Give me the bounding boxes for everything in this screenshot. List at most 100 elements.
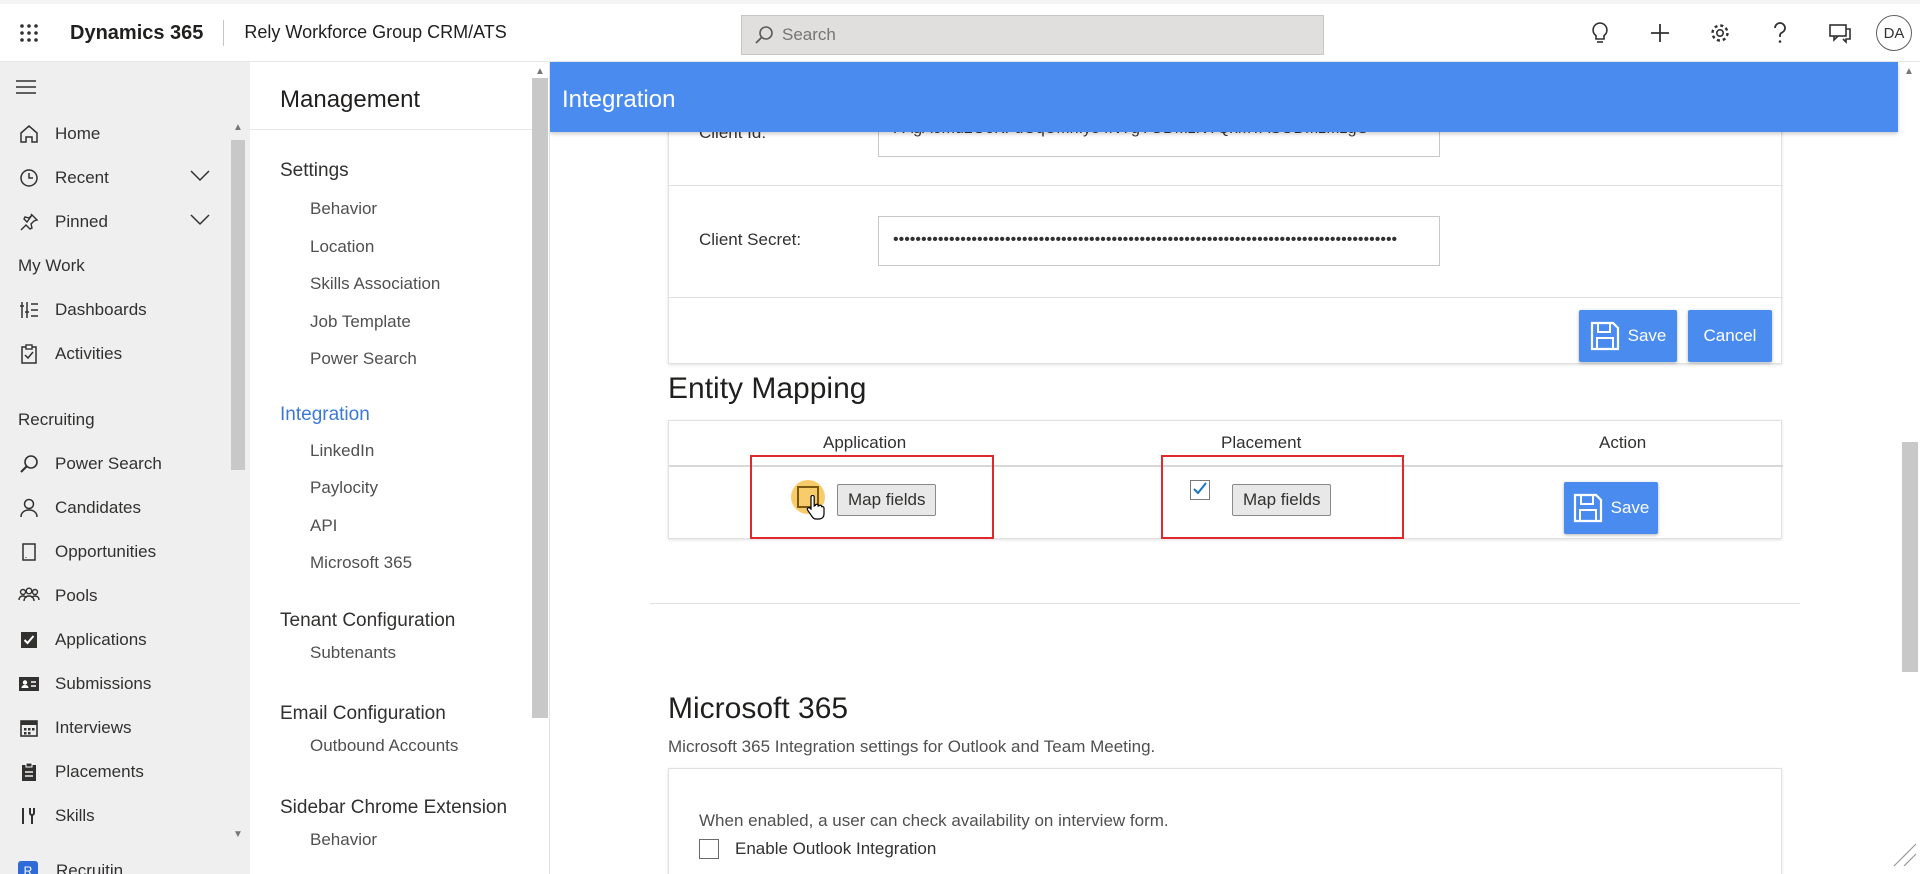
column-header-action: Action xyxy=(1599,433,1647,452)
search-input[interactable] xyxy=(782,25,1302,45)
nav-item-power-search[interactable]: Power Search xyxy=(0,442,250,486)
hamburger-menu-icon[interactable] xyxy=(0,62,250,112)
nav-label: Home xyxy=(55,124,101,143)
people-icon xyxy=(18,585,40,607)
nav-item-candidates[interactable]: Candidates xyxy=(0,486,250,530)
save-label: Save xyxy=(1610,498,1650,517)
microsoft365-title: Microsoft 365 xyxy=(668,692,849,725)
save-button[interactable]: Save xyxy=(1579,310,1677,362)
user-avatar[interactable]: DA xyxy=(1876,15,1912,51)
nav-label: Placements xyxy=(55,762,144,781)
enable-outlook-checkbox[interactable] xyxy=(699,839,719,859)
client-secret-row: Client Secret: •••••••••••••••••••••••••… xyxy=(669,186,1783,298)
dashboard-icon xyxy=(18,299,40,321)
cancel-button[interactable]: Cancel xyxy=(1688,310,1772,362)
content-scrollbar[interactable] xyxy=(1902,442,1918,672)
nav-item-submissions[interactable]: Submissions xyxy=(0,662,250,706)
column-header-application: Application xyxy=(823,433,907,452)
plus-icon[interactable] xyxy=(1630,4,1690,62)
chat-icon[interactable] xyxy=(1810,4,1870,62)
nav-item-home[interactable]: Home xyxy=(0,112,250,156)
brand-title[interactable]: Dynamics 365 xyxy=(70,19,225,46)
integration-paylocity-link[interactable]: Paylocity xyxy=(250,469,549,507)
integration-content: Integration ▲ Client Id: PAgAomu2OoKFdOq… xyxy=(550,62,1920,874)
left-navigation: Home Recent Pinned My Work Dashboards Ac… xyxy=(0,62,250,874)
pin-icon xyxy=(18,211,40,233)
integration-api-link[interactable]: API xyxy=(250,507,549,545)
settings-behavior-link[interactable]: Behavior xyxy=(250,190,549,228)
settings-power-search-link[interactable]: Power Search xyxy=(250,340,549,378)
settings-location-link[interactable]: Location xyxy=(250,228,549,266)
email-outbound-accounts-link[interactable]: Outbound Accounts xyxy=(250,727,549,765)
resize-grip-icon[interactable] xyxy=(1892,842,1918,868)
home-icon xyxy=(18,123,40,145)
client-secret-input[interactable]: ••••••••••••••••••••••••••••••••••••••••… xyxy=(878,216,1440,266)
management-scrollbar[interactable] xyxy=(532,78,548,718)
availability-text: When enabled, a user can check availabil… xyxy=(699,811,1169,830)
chevron-down-icon[interactable] xyxy=(190,214,210,226)
section-integration[interactable]: Integration xyxy=(250,404,549,428)
scroll-down-arrow[interactable]: ▼ xyxy=(233,829,243,840)
clipboard-icon xyxy=(18,343,40,365)
nav-label: Candidates xyxy=(55,498,142,517)
settings-skills-association-link[interactable]: Skills Association xyxy=(250,265,549,303)
section-email-configuration[interactable]: Email Configuration xyxy=(250,703,549,727)
area-label: Recruitin xyxy=(56,861,124,874)
placement-highlight-box xyxy=(1161,455,1404,539)
nav-label: Submissions xyxy=(55,674,152,693)
floppy-disk-icon xyxy=(1590,321,1620,351)
area-badge: R xyxy=(18,861,38,874)
enable-outlook-label[interactable]: Enable Outlook Integration xyxy=(735,839,936,859)
nav-label: Power Search xyxy=(55,454,162,473)
nav-label: Recent xyxy=(55,168,109,187)
integration-microsoft365-link[interactable]: Microsoft 365 xyxy=(250,544,549,582)
cancel-label: Cancel xyxy=(1703,326,1757,345)
leftnav-scrollbar[interactable] xyxy=(231,140,245,470)
nav-item-interviews[interactable]: Interviews xyxy=(0,706,250,750)
waffle-icon[interactable] xyxy=(0,4,58,62)
chevron-down-icon[interactable] xyxy=(190,170,210,182)
nav-item-applications[interactable]: Applications xyxy=(0,618,250,662)
clipboard-filled-icon xyxy=(18,761,40,783)
nav-item-recent[interactable]: Recent xyxy=(0,156,250,200)
nav-item-pools[interactable]: Pools xyxy=(0,574,250,618)
scroll-up-arrow[interactable]: ▲ xyxy=(535,66,545,77)
floppy-disk-icon xyxy=(1573,493,1603,523)
calendar-icon xyxy=(18,717,40,739)
scroll-up-arrow[interactable]: ▲ xyxy=(1904,66,1914,77)
management-panel: Management Settings Behavior Location Sk… xyxy=(250,62,550,874)
tenant-subtenants-link[interactable]: Subtenants xyxy=(250,634,549,672)
nav-item-skills[interactable]: Skills xyxy=(0,794,250,838)
credentials-card: Client Id: PAgAomu2OoKFdOqUMnIyo4NYgYODM… xyxy=(668,102,1783,364)
nav-item-dashboards[interactable]: Dashboards xyxy=(0,288,250,332)
settings-job-template-link[interactable]: Job Template xyxy=(250,303,549,341)
nav-item-opportunities[interactable]: Opportunities xyxy=(0,530,250,574)
app-name[interactable]: Rely Workforce Group CRM/ATS xyxy=(244,22,506,43)
global-search[interactable] xyxy=(741,15,1324,55)
nav-label: Activities xyxy=(55,344,123,363)
application-highlight-box xyxy=(750,455,994,539)
section-sidebar-chrome-extension[interactable]: Sidebar Chrome Extension xyxy=(250,797,549,821)
nav-item-activities[interactable]: Activities xyxy=(0,332,250,376)
check-square-icon xyxy=(18,629,40,651)
help-icon[interactable] xyxy=(1750,4,1810,62)
gear-icon[interactable] xyxy=(1690,4,1750,62)
lightbulb-icon[interactable] xyxy=(1570,4,1630,62)
nav-item-placements[interactable]: Placements xyxy=(0,750,250,794)
entity-mapping-save-button[interactable]: Save xyxy=(1564,482,1658,534)
tools-icon xyxy=(18,805,40,827)
nav-item-pinned[interactable]: Pinned xyxy=(0,200,250,244)
section-settings[interactable]: Settings xyxy=(250,160,549,184)
chrome-extension-behavior-link[interactable]: Behavior xyxy=(250,821,549,859)
scroll-up-arrow[interactable]: ▲ xyxy=(233,122,243,133)
nav-label: Dashboards xyxy=(55,300,147,319)
clock-icon xyxy=(18,167,40,189)
integration-linkedin-link[interactable]: LinkedIn xyxy=(250,432,549,470)
area-switcher[interactable]: R Recruitin xyxy=(0,859,250,874)
client-secret-label: Client Secret: xyxy=(699,230,802,249)
nav-label: Pools xyxy=(55,586,98,605)
nav-label: Opportunities xyxy=(55,542,157,561)
search-icon xyxy=(754,25,774,45)
search-icon xyxy=(18,453,40,475)
section-tenant-configuration[interactable]: Tenant Configuration xyxy=(250,610,549,634)
